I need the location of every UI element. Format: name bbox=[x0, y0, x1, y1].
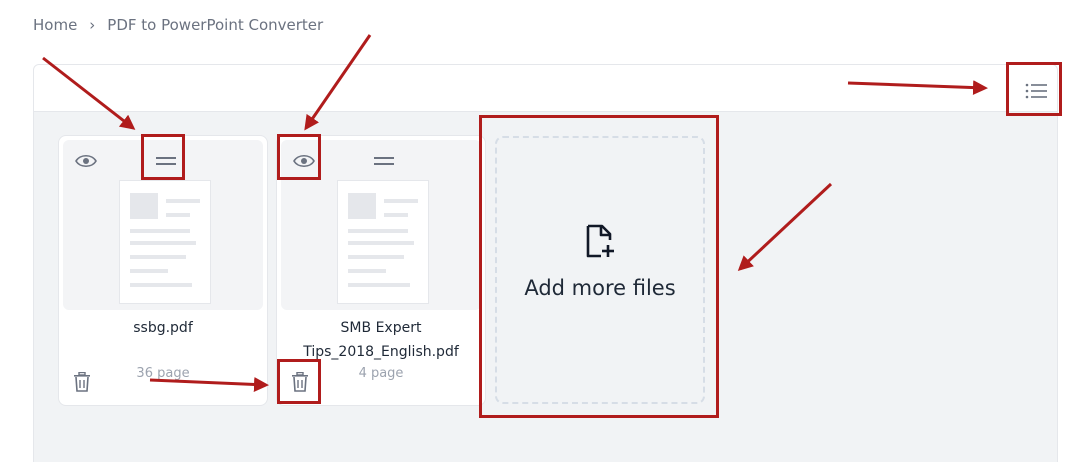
trash-icon[interactable] bbox=[291, 372, 309, 392]
file-thumbnail-area bbox=[63, 140, 263, 310]
trash-icon[interactable] bbox=[73, 372, 91, 392]
breadcrumb-separator: › bbox=[89, 16, 96, 34]
file-plus-icon bbox=[586, 224, 614, 258]
page-preview-placeholder bbox=[119, 180, 211, 304]
eye-icon[interactable] bbox=[293, 153, 315, 169]
breadcrumb: Home › PDF to PowerPoint Converter bbox=[33, 16, 323, 34]
drag-handle-icon[interactable] bbox=[373, 154, 395, 168]
eye-icon[interactable] bbox=[75, 153, 97, 169]
file-card[interactable]: ssbg.pdf 36 page bbox=[58, 135, 268, 406]
drag-handle-icon[interactable] bbox=[155, 154, 177, 168]
list-icon bbox=[1025, 83, 1047, 99]
add-more-files-dropzone[interactable]: Add more files bbox=[495, 136, 705, 404]
list-view-toggle-button[interactable] bbox=[1012, 68, 1057, 114]
file-card[interactable]: SMB Expert Tips_2018_English.pdf 4 page bbox=[276, 135, 486, 406]
breadcrumb-current: PDF to PowerPoint Converter bbox=[107, 16, 324, 34]
file-name: SMB Expert Tips_2018_English.pdf bbox=[303, 320, 459, 360]
file-workspace-panel: ssbg.pdf 36 page SMB Expert Tips_2018_En… bbox=[33, 64, 1058, 462]
add-more-files-label: Add more files bbox=[524, 276, 676, 300]
workspace-toolbar bbox=[34, 65, 1057, 112]
file-name: ssbg.pdf bbox=[133, 320, 193, 336]
breadcrumb-home-link[interactable]: Home bbox=[33, 16, 77, 34]
page-preview-placeholder bbox=[337, 180, 429, 304]
file-thumbnail-area bbox=[281, 140, 481, 310]
